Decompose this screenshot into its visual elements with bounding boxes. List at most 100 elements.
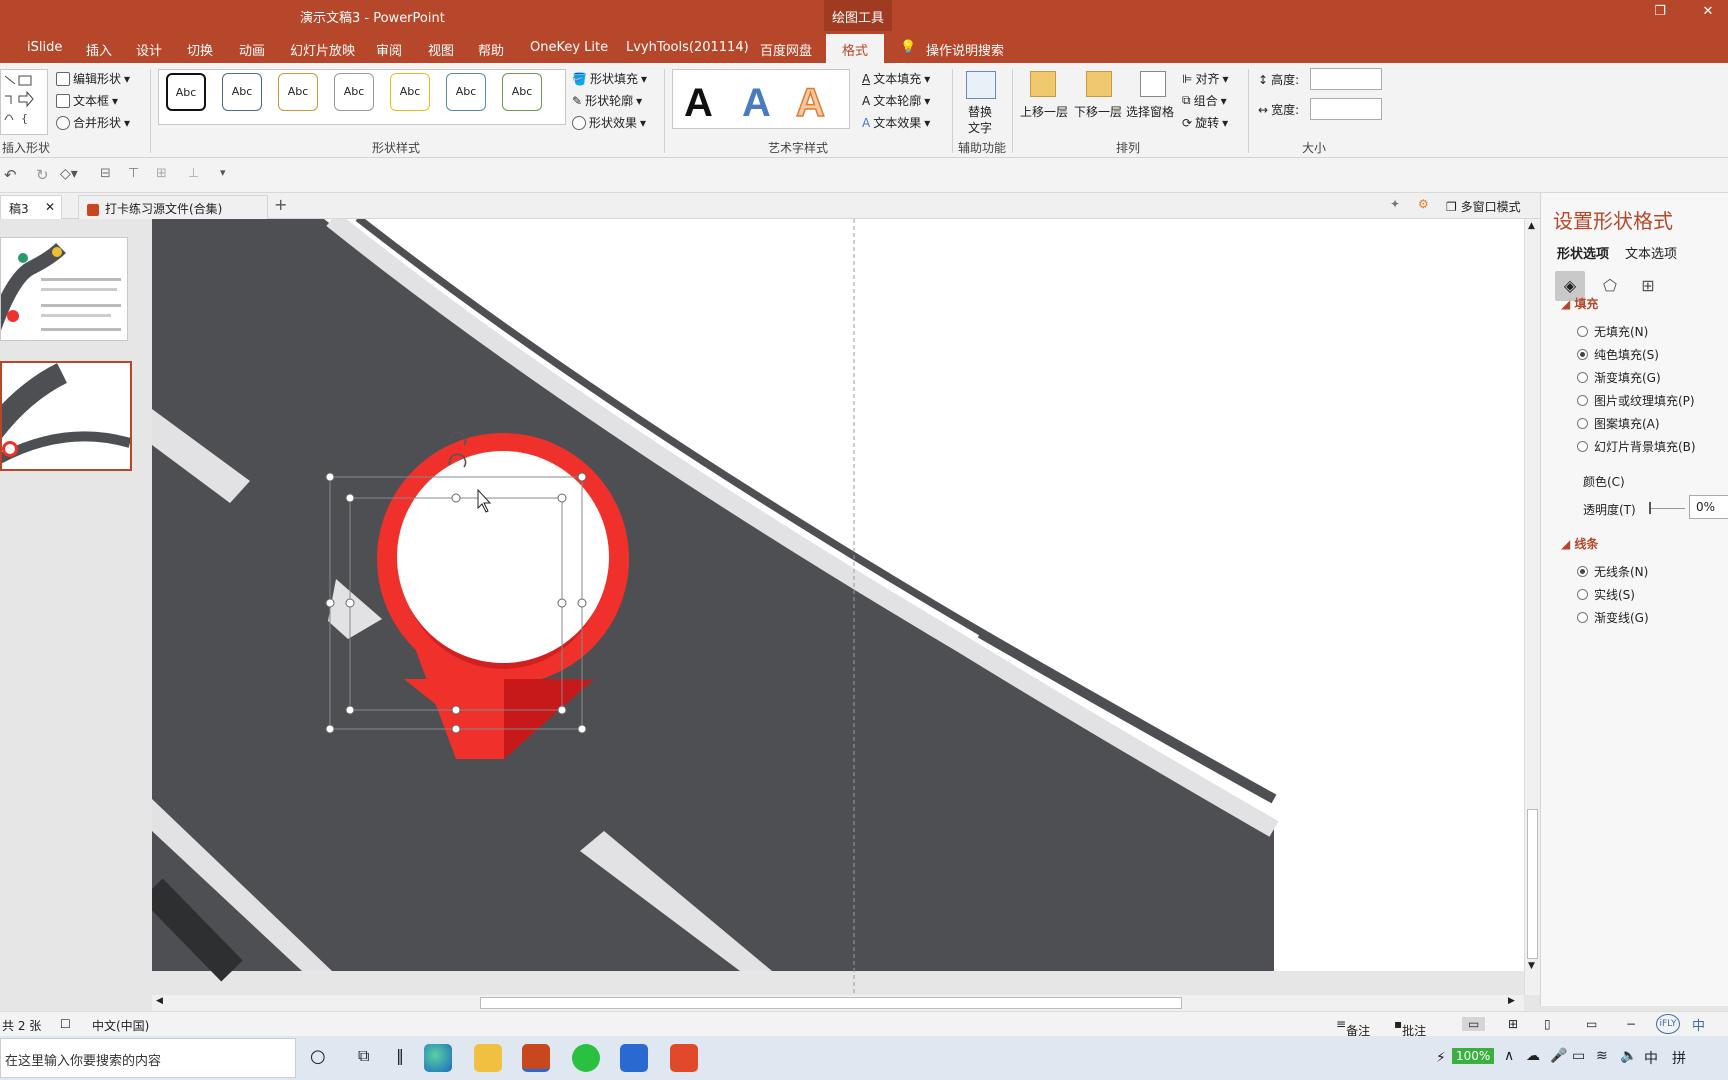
new-tab-icon[interactable]: +: [274, 195, 287, 214]
rotate-button[interactable]: ⟳ 旋转 ▾: [1182, 114, 1228, 131]
transparency-slider-thumb[interactable]: [1649, 502, 1651, 514]
scroll-up-icon[interactable]: ▲: [1528, 221, 1535, 231]
group-button[interactable]: ⧉ 组合 ▾: [1182, 92, 1227, 109]
doc-tab-other[interactable]: 打卡练习源文件(合集): [78, 195, 268, 219]
fill-option-pattern[interactable]: 图案填充(A): [1577, 415, 1660, 432]
tab-islide[interactable]: iSlide: [27, 40, 62, 55]
size-properties-icon[interactable]: ⊞: [1633, 271, 1663, 301]
multiwindow-button[interactable]: ❐ 多窗口模式: [1446, 198, 1521, 215]
text-outline-button[interactable]: A 文本轮廓 ▾: [862, 92, 930, 109]
distribute-vertical-icon[interactable]: ⊥: [188, 166, 199, 181]
ime-pinyin-indicator[interactable]: 拼: [1672, 1048, 1686, 1068]
wifi-icon[interactable]: ≋: [1596, 1048, 1608, 1064]
tab-text-options[interactable]: 文本选项: [1625, 243, 1677, 262]
transparency-input[interactable]: 0%: [1689, 495, 1728, 519]
tab-onekey[interactable]: OneKey Lite: [530, 40, 608, 55]
slide-thumbnail-1[interactable]: [0, 237, 128, 341]
style-swatch-5[interactable]: Abc: [390, 73, 430, 111]
tab-transitions[interactable]: 切换: [187, 40, 213, 59]
file-explorer-icon[interactable]: [474, 1044, 502, 1072]
redo-icon[interactable]: ↻: [36, 166, 49, 184]
distribute-icon[interactable]: ⊞: [156, 166, 167, 181]
tab-format[interactable]: 格式: [826, 34, 885, 63]
normal-view-icon[interactable]: ▭: [1462, 1017, 1486, 1031]
scroll-right-icon[interactable]: ▶: [1508, 996, 1515, 1006]
zoom-out-icon[interactable]: −: [1626, 1017, 1636, 1031]
style-swatch-3[interactable]: Abc: [278, 73, 318, 111]
fill-option-none[interactable]: 无填充(N): [1577, 323, 1648, 340]
close-icon[interactable]: ✕: [1688, 4, 1728, 26]
fill-option-picture[interactable]: 图片或纹理填充(P): [1577, 392, 1695, 409]
slide-canvas[interactable]: [152, 219, 1524, 999]
align-center-icon[interactable]: ⊟: [100, 166, 111, 181]
send-backward-button[interactable]: 下移一层: [1074, 103, 1122, 120]
tab-shape-options[interactable]: 形状选项: [1557, 243, 1609, 262]
reading-view-icon[interactable]: ▯: [1544, 1017, 1551, 1031]
slide-sorter-icon[interactable]: ⊞: [1508, 1017, 1518, 1031]
tab-slideshow[interactable]: 幻灯片放映: [290, 40, 355, 59]
volume-icon[interactable]: 🔈: [1620, 1048, 1637, 1064]
tell-me-search[interactable]: 操作说明搜索: [926, 40, 1004, 59]
scroll-left-icon[interactable]: ◀: [156, 996, 163, 1006]
powerpoint-taskbar-icon[interactable]: [522, 1044, 550, 1072]
battery-icon[interactable]: ▭: [1572, 1048, 1585, 1064]
wordart-blue[interactable]: A: [742, 81, 771, 126]
cloud-icon[interactable]: ☁: [1526, 1048, 1540, 1064]
scroll-down-icon[interactable]: ▼: [1528, 961, 1535, 971]
ime-indicator[interactable]: 中: [1644, 1048, 1658, 1068]
ime-badge[interactable]: 中: [1692, 1015, 1705, 1034]
customize-qat-icon[interactable]: ▾: [220, 166, 226, 179]
taskbar-search-input[interactable]: 在这里输入你要搜索的内容: [0, 1038, 296, 1078]
vertical-scrollbar[interactable]: ▲ ▼: [1524, 219, 1540, 995]
cortana-icon[interactable]: ○: [310, 1046, 326, 1067]
width-input[interactable]: [1310, 98, 1382, 120]
horizontal-scroll-thumb[interactable]: [480, 997, 1182, 1009]
tab-review[interactable]: 审阅: [376, 40, 402, 59]
islide-icon[interactable]: [670, 1044, 698, 1072]
wordart-black[interactable]: A: [684, 81, 713, 126]
style-swatch-7[interactable]: Abc: [502, 73, 542, 111]
tab-insert[interactable]: 插入: [86, 40, 112, 59]
slideshow-icon[interactable]: ▭: [1586, 1017, 1597, 1031]
alt-text-line1[interactable]: 替换: [968, 103, 992, 120]
line-option-gradient[interactable]: 渐变线(G): [1577, 609, 1649, 626]
alt-text-line2[interactable]: 文字: [968, 119, 992, 136]
vertical-scroll-thumb[interactable]: [1527, 809, 1538, 959]
text-effects-button[interactable]: A 文本效果 ▾: [862, 114, 930, 131]
height-input[interactable]: [1310, 68, 1382, 90]
close-tab-icon[interactable]: ✕: [45, 200, 55, 214]
tab-lvyhtools[interactable]: LvyhTools(201114): [626, 40, 749, 55]
text-fill-button[interactable]: A 文本填充 ▾: [862, 70, 930, 87]
fill-option-solid[interactable]: 纯色填充(S): [1577, 346, 1659, 363]
shape-tool-icon[interactable]: ◇▾: [60, 166, 78, 182]
tab-animations[interactable]: 动画: [239, 40, 265, 59]
shape-fill-button[interactable]: 🪣 形状填充 ▾: [572, 70, 647, 87]
onekey-icon[interactable]: [620, 1044, 648, 1072]
slide-thumbnail-2[interactable]: [0, 361, 132, 471]
wordart-orange[interactable]: A: [795, 80, 825, 126]
undo-icon[interactable]: ↶: [4, 166, 17, 184]
shape-effects-button[interactable]: 形状效果 ▾: [572, 114, 646, 131]
tab-design[interactable]: 设计: [136, 40, 162, 59]
effects-pentagon-icon[interactable]: ⬠: [1595, 271, 1625, 301]
notes-button[interactable]: ≡ 备注: [1336, 1017, 1370, 1038]
bring-forward-button[interactable]: 上移一层: [1020, 103, 1068, 120]
show-hidden-icons[interactable]: ∧: [1504, 1048, 1514, 1064]
shape-outline-button[interactable]: ✎ 形状轮廓 ▾: [572, 92, 642, 109]
tab-help[interactable]: 帮助: [478, 40, 504, 59]
edge-browser-icon[interactable]: [424, 1044, 452, 1072]
task-view-icon[interactable]: ⧉: [358, 1046, 369, 1066]
spellcheck-icon[interactable]: ☐: [60, 1017, 71, 1031]
gear-icon[interactable]: ⚙: [1418, 197, 1429, 211]
transparency-slider[interactable]: [1649, 508, 1685, 509]
style-swatch-6[interactable]: Abc: [446, 73, 486, 111]
doc-tab-current[interactable]: 稿3 ✕: [0, 195, 62, 219]
microphone-icon[interactable]: 🎤: [1550, 1048, 1567, 1064]
align-top-icon[interactable]: ⊤: [128, 166, 139, 181]
style-swatch-1[interactable]: Abc: [166, 73, 206, 111]
tab-baidu[interactable]: 百度网盘: [760, 40, 812, 59]
tab-view[interactable]: 视图: [428, 40, 454, 59]
align-button[interactable]: ⊫ 对齐 ▾: [1182, 70, 1229, 87]
language-indicator[interactable]: 中文(中国): [92, 1017, 149, 1034]
pin-inner-circle[interactable]: [397, 451, 609, 663]
